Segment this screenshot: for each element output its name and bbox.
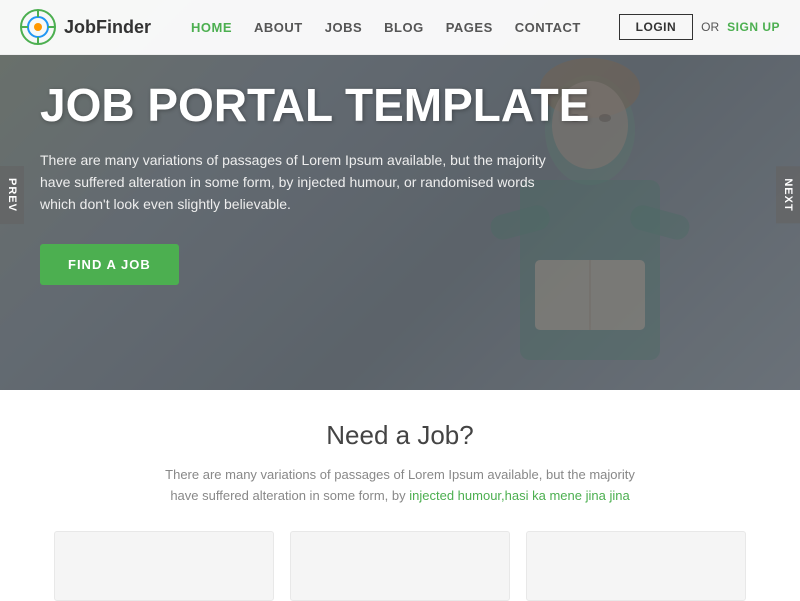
- nav-home[interactable]: HOME: [191, 20, 232, 35]
- cards-row: [34, 531, 766, 601]
- card-1: [54, 531, 274, 601]
- or-text: OR: [701, 20, 719, 34]
- hero-content: JOB PORTAL TEMPLATE There are many varia…: [40, 80, 589, 285]
- nav-jobs[interactable]: JOBS: [325, 20, 362, 35]
- card-3: [526, 531, 746, 601]
- next-arrow[interactable]: NEXT: [776, 166, 800, 223]
- card-2: [290, 531, 510, 601]
- nav-pages[interactable]: PAGES: [446, 20, 493, 35]
- section-description: There are many variations of passages of…: [150, 465, 650, 507]
- site-header: JobFinder HOME ABOUT JOBS BLOG PAGES CON…: [0, 0, 800, 55]
- hero-section: PREV NEXT JOB PORTAL TEMPLATE There are …: [0, 0, 800, 390]
- find-job-button[interactable]: FIND A JOB: [40, 244, 179, 285]
- login-button[interactable]: LOGIN: [619, 14, 694, 40]
- auth-area: LOGIN OR SIGN UP: [619, 14, 780, 40]
- section-title: Need a Job?: [326, 420, 473, 451]
- nav-about[interactable]: ABOUT: [254, 20, 303, 35]
- nav-blog[interactable]: BLOG: [384, 20, 424, 35]
- hero-description: There are many variations of passages of…: [40, 149, 560, 216]
- hero-title: JOB PORTAL TEMPLATE: [40, 80, 589, 131]
- logo-text: JobFinder: [64, 17, 151, 38]
- prev-arrow[interactable]: PREV: [0, 166, 24, 224]
- signup-link[interactable]: SIGN UP: [727, 20, 780, 34]
- prev-label: PREV: [6, 178, 18, 212]
- next-label: NEXT: [782, 178, 794, 211]
- logo-area: JobFinder: [20, 9, 151, 45]
- nav-contact[interactable]: CONTACT: [515, 20, 581, 35]
- section-desc-link[interactable]: injected humour,hasi ka mene jina jina: [409, 488, 629, 503]
- main-nav: HOME ABOUT JOBS BLOG PAGES CONTACT: [191, 20, 619, 35]
- logo-icon: [20, 9, 56, 45]
- need-a-job-section: Need a Job? There are many variations of…: [0, 390, 800, 600]
